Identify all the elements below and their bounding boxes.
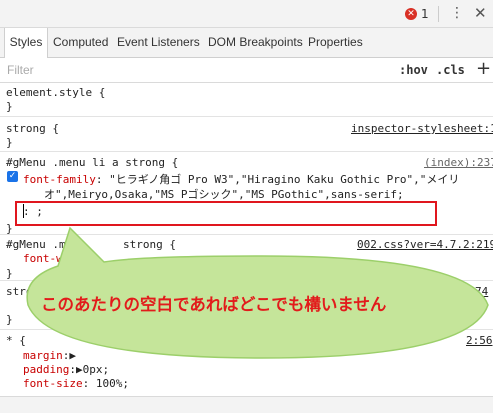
sidebar-tabs: Styles Computed Event Listeners DOM Brea… <box>0 28 493 58</box>
error-icon[interactable]: ✕ <box>405 8 417 20</box>
toolbar-separator <box>438 6 439 22</box>
rule-selector[interactable]: strong { <box>6 122 59 135</box>
property-name: font-family <box>23 173 96 186</box>
property-value: :▶ <box>62 349 76 362</box>
property-checkbox[interactable]: ✓ <box>7 171 18 182</box>
highlight-box <box>15 201 437 226</box>
rule-divider <box>0 329 493 330</box>
property-name[interactable]: font-weig <box>23 252 83 265</box>
rule-close: } <box>6 313 13 326</box>
tab-properties[interactable]: Properties <box>308 28 363 57</box>
rule-divider <box>0 234 493 235</box>
tab-dom-breakpoints[interactable]: DOM Breakpoints <box>208 28 303 57</box>
annotation-text: このあたりの空白であればどこでも構いません <box>41 295 387 314</box>
kebab-icon[interactable]: ⋮ <box>450 5 464 21</box>
cls-toggle[interactable]: .cls <box>436 63 465 77</box>
rule-source-link[interactable]: 74 <box>475 285 488 298</box>
property-declaration[interactable]: font-family: "ヒラギノ角ゴ Pro W3","Hiragino K… <box>23 171 459 187</box>
property-declaration[interactable]: font-size: 100%; <box>23 377 129 390</box>
property-value: : "ヒラギノ角ゴ Pro W3","Hiragino Kaku Gothic … <box>95 173 460 186</box>
rule-source-link[interactable]: 002.css?ver=4.7.2:219 <box>357 238 493 251</box>
rule-source-link[interactable]: inspector-stylesheet:1 <box>351 122 493 135</box>
rule-selector[interactable]: * { <box>6 334 26 347</box>
tab-event-listeners[interactable]: Event Listeners <box>117 28 200 57</box>
property-value: : 100%; <box>82 377 129 390</box>
rule-source-link[interactable]: 2:56 <box>466 334 493 347</box>
rule-selector-tail[interactable]: strong { <box>123 238 176 251</box>
property-declaration[interactable]: margin:▶ <box>23 349 76 362</box>
property-value: :▶0px; <box>69 363 110 376</box>
devtools-top-toolbar: ✕ 1 ⋮ ✕ <box>0 0 493 28</box>
rule-source-link[interactable]: (index):237 <box>424 156 493 169</box>
tab-computed[interactable]: Computed <box>53 28 108 57</box>
filter-bar: Filter :hov .cls + <box>0 58 493 83</box>
rule-divider <box>0 116 493 117</box>
rule-close: } <box>6 136 13 149</box>
hov-toggle[interactable]: :hov <box>399 63 428 77</box>
filter-input[interactable]: Filter <box>7 63 34 77</box>
property-value-continued: オ",Meiryo,Osaka,"MS Pゴシック","MS PGothic",… <box>44 188 404 201</box>
rule-close: } <box>6 267 13 280</box>
rule-divider <box>0 151 493 152</box>
add-rule-button[interactable]: + <box>476 58 491 79</box>
rule-close: } <box>6 100 13 113</box>
rule-selector[interactable]: #gMenu .me <box>6 238 72 251</box>
property-declaration[interactable]: padding:▶0px; <box>23 363 109 376</box>
tab-styles[interactable]: Styles <box>4 28 48 58</box>
close-icon[interactable]: ✕ <box>474 4 487 22</box>
rule-selector[interactable]: element.style { <box>6 86 105 99</box>
rule-selector[interactable]: #gMenu .menu li a strong { <box>6 156 178 169</box>
property-name: font-size <box>23 377 83 390</box>
error-count[interactable]: 1 <box>421 7 429 21</box>
rule-divider <box>0 280 493 281</box>
property-name: padding <box>23 363 70 376</box>
rule-selector[interactable]: stro <box>6 285 33 298</box>
property-name: margin <box>23 349 63 362</box>
bottom-strip <box>0 396 493 413</box>
